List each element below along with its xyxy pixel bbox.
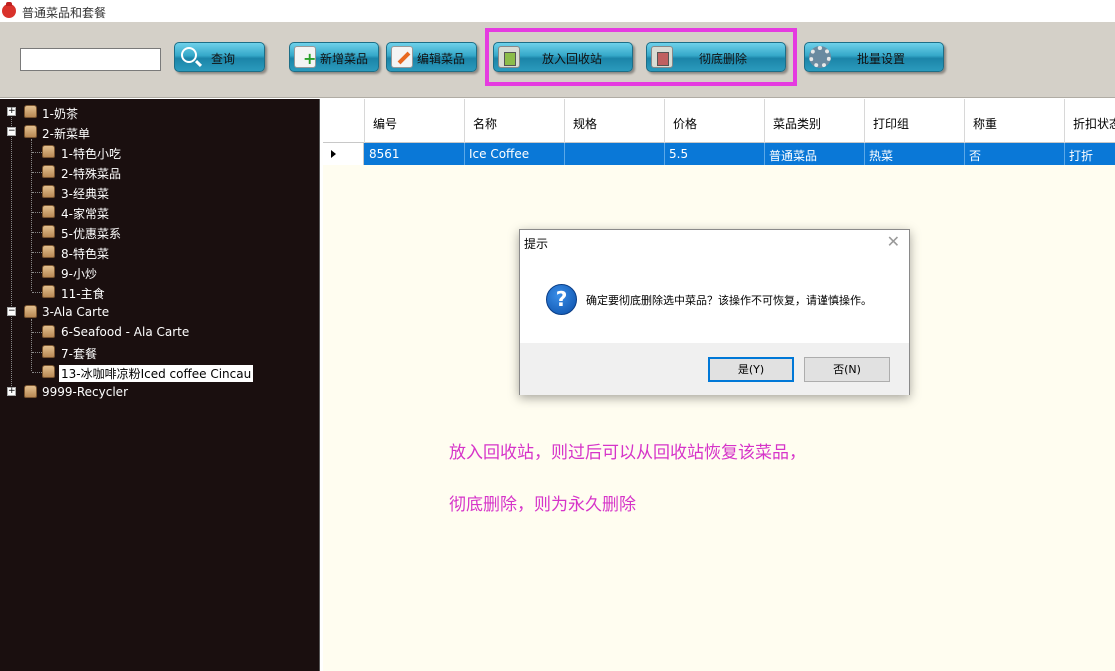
query-button-label: 查询 <box>211 52 236 66</box>
highlight-box <box>485 28 797 86</box>
table-cell[interactable]: 打折 <box>1065 143 1115 165</box>
folder-icon <box>24 105 37 118</box>
tree-item-label: 9999-Recycler <box>42 385 128 399</box>
annotation-note-recycle: 放入回收站，则过后可以从回收站恢复该菜品， <box>449 443 806 463</box>
grid-header: 编号 名称 规格 价格 菜品类别 打印组 称重 折扣状态 <box>323 99 1115 143</box>
title-bar: 普通菜品和套餐 <box>0 0 1115 22</box>
tree-item-label: 6-Seafood - Ala Carte <box>61 325 190 339</box>
tree-item-label: 5-优惠菜系 <box>61 227 121 241</box>
dialog-title: 提示 <box>524 237 549 251</box>
table-cell[interactable]: 5.5 <box>665 143 765 165</box>
folder-icon <box>24 305 37 318</box>
folder-icon <box>42 165 55 178</box>
question-icon: ? <box>546 284 577 315</box>
batch-settings-button[interactable]: 批量设置 <box>804 42 944 72</box>
no-button[interactable]: 否(N) <box>804 357 890 382</box>
query-button[interactable]: 查询 <box>174 42 265 72</box>
folder-icon <box>42 205 55 218</box>
column-header[interactable]: 规格 <box>565 99 665 143</box>
window-title: 普通菜品和套餐 <box>22 6 107 20</box>
dialog-message: 确定要彻底删除选中菜品？该操作不可恢复，请谨慎操作。 <box>586 294 872 307</box>
tree-item-label: 7-套餐 <box>61 347 97 361</box>
collapse-icon[interactable]: − <box>7 127 16 136</box>
search-input[interactable] <box>20 48 161 71</box>
search-icon <box>181 47 197 63</box>
folder-icon <box>42 185 55 198</box>
column-header[interactable]: 编号 <box>365 99 465 143</box>
tree-item-label: 4-家常菜 <box>61 207 109 221</box>
tree-item-label: 1-奶茶 <box>42 107 78 121</box>
table-cell[interactable]: 8561 <box>365 143 465 165</box>
folder-icon <box>24 125 37 138</box>
add-dish-label: 新增菜品 <box>320 52 369 66</box>
tree-item-label: 1-特色小吃 <box>61 147 121 161</box>
column-header[interactable]: 名称 <box>465 99 565 143</box>
expand-icon[interactable]: + <box>7 387 16 396</box>
dialog-footer: 是(Y) 否(N) <box>520 343 909 395</box>
column-header[interactable]: 折扣状态 <box>1065 99 1115 143</box>
folder-icon <box>42 325 55 338</box>
column-header[interactable]: 价格 <box>665 99 765 143</box>
app-icon <box>2 2 16 18</box>
folder-icon <box>42 145 55 158</box>
gear-icon <box>809 46 831 68</box>
add-dish-icon <box>294 46 316 68</box>
tree-item-label: 2-新菜单 <box>42 127 90 141</box>
collapse-icon[interactable]: − <box>7 307 16 316</box>
close-icon[interactable]: ✕ <box>887 232 900 251</box>
table-cell[interactable]: 普通菜品 <box>765 143 865 165</box>
table-cell[interactable]: 否 <box>965 143 1065 165</box>
tree-item-label: 3-经典菜 <box>61 187 109 201</box>
folder-icon <box>42 365 55 378</box>
table-cell[interactable]: Ice Coffee <box>465 143 565 165</box>
category-tree[interactable]: + 1-奶茶 − 2-新菜单 1-特色小吃 2-特殊菜品 3-经典菜 4-家常菜… <box>0 99 320 671</box>
folder-icon <box>42 345 55 358</box>
column-header[interactable]: 打印组 <box>865 99 965 143</box>
tree-item-label: 3-Ala Carte <box>42 305 110 319</box>
edit-dish-icon <box>391 46 413 68</box>
column-header[interactable]: 称重 <box>965 99 1065 143</box>
tree-item-label: 2-特殊菜品 <box>61 167 121 181</box>
tree-item-label: 9-小炒 <box>61 267 97 281</box>
tree-item-label: 13-冰咖啡凉粉Iced coffee Cincau <box>59 365 254 382</box>
edit-dish-button[interactable]: 编辑菜品 <box>386 42 477 72</box>
annotation-note-delete: 彻底删除，则为永久删除 <box>449 495 636 515</box>
confirm-dialog: 提示 ✕ ? 确定要彻底删除选中菜品？该操作不可恢复，请谨慎操作。 是(Y) 否… <box>519 229 910 395</box>
table-cell[interactable] <box>565 143 665 165</box>
edit-dish-label: 编辑菜品 <box>417 52 466 66</box>
tree-item-label: 8-特色菜 <box>61 247 109 261</box>
add-dish-button[interactable]: 新增菜品 <box>289 42 379 72</box>
batch-settings-label: 批量设置 <box>857 52 906 66</box>
folder-icon <box>42 225 55 238</box>
table-row[interactable]: 8561 Ice Coffee 5.5 普通菜品 热菜 否 打折 <box>323 143 1115 165</box>
folder-icon <box>42 265 55 278</box>
expand-icon[interactable]: + <box>7 107 16 116</box>
table-cell[interactable]: 热菜 <box>865 143 965 165</box>
folder-icon <box>42 245 55 258</box>
column-header[interactable]: 菜品类别 <box>765 99 865 143</box>
row-pointer-icon <box>323 143 364 165</box>
yes-button[interactable]: 是(Y) <box>708 357 794 382</box>
tree-item-label: 11-主食 <box>61 287 105 301</box>
folder-icon <box>42 285 55 298</box>
folder-icon <box>24 385 37 398</box>
row-header-corner <box>323 99 365 143</box>
